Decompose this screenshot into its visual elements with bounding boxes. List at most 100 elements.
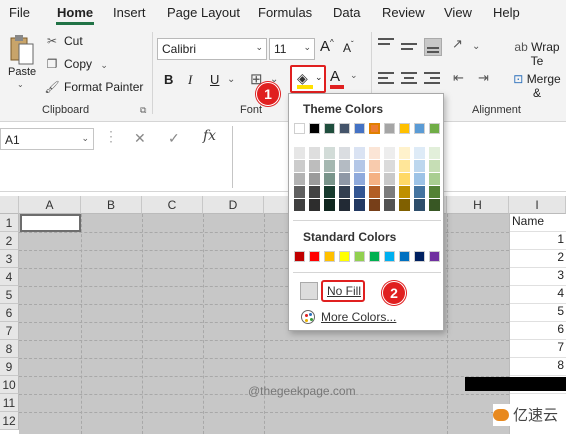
theme-tint-swatch[interactable] <box>294 147 305 159</box>
fill-color-button[interactable]: ◈ ⌄ <box>290 65 326 93</box>
theme-tint-swatch[interactable] <box>309 199 320 211</box>
shrink-font-button[interactable]: Aˇ <box>343 40 354 55</box>
align-bottom-icon[interactable] <box>424 38 442 56</box>
wrap-text-button[interactable]: ab Wrap Te <box>508 40 566 68</box>
theme-tint-swatch[interactable] <box>294 199 305 211</box>
theme-tint-swatch[interactable] <box>339 147 350 159</box>
align-left-icon[interactable] <box>378 72 396 90</box>
standard-color-swatch[interactable] <box>354 251 365 262</box>
cell-i8[interactable]: 7 <box>510 340 566 358</box>
theme-tint-swatch[interactable] <box>324 160 335 172</box>
cell-i6[interactable]: 5 <box>510 304 566 322</box>
column-header-i[interactable]: I <box>509 196 566 214</box>
theme-tint-swatch[interactable] <box>414 160 425 172</box>
theme-color-swatch[interactable] <box>429 123 440 134</box>
more-colors-option[interactable]: More Colors... <box>301 310 396 324</box>
theme-color-swatch[interactable] <box>294 123 305 134</box>
standard-color-swatch[interactable] <box>384 251 395 262</box>
cell-i5[interactable]: 4 <box>510 286 566 304</box>
standard-color-swatch[interactable] <box>324 251 335 262</box>
font-name-combo[interactable]: Calibri ⌄ <box>157 38 267 60</box>
bold-button[interactable]: B <box>164 72 173 87</box>
dialog-launcher-icon[interactable]: ⧉ <box>140 105 146 116</box>
theme-color-swatch[interactable] <box>399 123 410 134</box>
theme-tint-swatch[interactable] <box>354 147 365 159</box>
theme-tint-swatch[interactable] <box>399 160 410 172</box>
theme-tint-swatch[interactable] <box>324 186 335 198</box>
row-header[interactable]: 7 <box>0 322 19 340</box>
theme-color-swatch[interactable] <box>414 123 425 134</box>
standard-color-swatch[interactable] <box>399 251 410 262</box>
theme-color-swatch[interactable] <box>339 123 350 134</box>
standard-color-swatch[interactable] <box>414 251 425 262</box>
cell-i1[interactable]: Name <box>510 214 566 232</box>
format-painter-button[interactable]: 🖌 Format Painter <box>44 80 143 94</box>
active-cell-a1[interactable] <box>20 214 81 232</box>
theme-tint-swatch[interactable] <box>429 199 440 211</box>
theme-tint-swatch[interactable] <box>414 199 425 211</box>
theme-color-swatch[interactable] <box>384 123 395 134</box>
font-color-button[interactable]: A ⌄ <box>330 68 358 89</box>
theme-tint-swatch[interactable] <box>309 173 320 185</box>
theme-tint-swatch[interactable] <box>384 199 395 211</box>
theme-tint-swatch[interactable] <box>384 173 395 185</box>
align-middle-icon[interactable] <box>401 38 419 56</box>
chevron-down-icon[interactable]: ⌄ <box>227 74 235 85</box>
column-header-h[interactable]: H <box>447 196 509 214</box>
theme-tint-swatch[interactable] <box>369 147 380 159</box>
theme-tint-swatch[interactable] <box>354 199 365 211</box>
align-top-icon[interactable] <box>378 38 396 56</box>
theme-tint-swatch[interactable] <box>309 147 320 159</box>
column-header-d[interactable]: D <box>203 196 264 214</box>
italic-button[interactable]: I <box>188 72 192 88</box>
theme-tint-swatch[interactable] <box>294 173 305 185</box>
font-size-combo[interactable]: 11 ⌄ <box>269 38 315 60</box>
standard-color-swatch[interactable] <box>369 251 380 262</box>
theme-tint-swatch[interactable] <box>414 147 425 159</box>
row-header[interactable]: 10 <box>0 376 19 394</box>
insert-function-icon[interactable]: fx <box>203 128 216 144</box>
align-right-icon[interactable] <box>424 72 442 90</box>
theme-tint-swatch[interactable] <box>294 160 305 172</box>
theme-tint-swatch[interactable] <box>384 186 395 198</box>
theme-tint-swatch[interactable] <box>324 147 335 159</box>
tab-help[interactable]: Help <box>493 5 520 20</box>
theme-tint-swatch[interactable] <box>324 199 335 211</box>
theme-tint-swatch[interactable] <box>384 147 395 159</box>
theme-tint-swatch[interactable] <box>369 199 380 211</box>
theme-tint-swatch[interactable] <box>429 173 440 185</box>
enter-icon[interactable]: ✓ <box>168 130 180 147</box>
row-header[interactable]: 1 <box>0 214 19 232</box>
cell-i3[interactable]: 2 <box>510 250 566 268</box>
cell-i7[interactable]: 6 <box>510 322 566 340</box>
no-fill-option[interactable]: No Fill <box>299 280 365 302</box>
theme-tint-swatch[interactable] <box>339 160 350 172</box>
select-all-corner[interactable] <box>0 196 19 214</box>
cell-i4[interactable]: 3 <box>510 268 566 286</box>
theme-tint-swatch[interactable] <box>429 186 440 198</box>
standard-color-swatch[interactable] <box>309 251 320 262</box>
row-header[interactable]: 4 <box>0 268 19 286</box>
theme-tint-swatch[interactable] <box>309 186 320 198</box>
theme-tint-swatch[interactable] <box>414 173 425 185</box>
theme-tint-swatch[interactable] <box>399 147 410 159</box>
theme-tint-swatch[interactable] <box>369 186 380 198</box>
theme-tint-swatch[interactable] <box>414 186 425 198</box>
theme-tint-swatch[interactable] <box>384 160 395 172</box>
align-center-icon[interactable] <box>401 72 419 90</box>
chevron-down-icon[interactable]: ⌄ <box>472 41 480 52</box>
row-header[interactable]: 2 <box>0 232 19 250</box>
tab-page-layout[interactable]: Page Layout <box>167 5 240 20</box>
copy-button[interactable]: ❐ Copy ⌄ <box>44 57 108 71</box>
row-header[interactable]: 11 <box>0 394 19 412</box>
cancel-icon[interactable]: ✕ <box>134 130 146 147</box>
theme-tint-swatch[interactable] <box>399 199 410 211</box>
theme-tint-swatch[interactable] <box>339 199 350 211</box>
theme-tint-swatch[interactable] <box>369 160 380 172</box>
theme-tint-swatch[interactable] <box>294 186 305 198</box>
theme-tint-swatch[interactable] <box>429 160 440 172</box>
tab-view[interactable]: View <box>444 5 472 20</box>
tab-formulas[interactable]: Formulas <box>258 5 312 20</box>
cell-i2[interactable]: 1 <box>510 232 566 250</box>
theme-tint-swatch[interactable] <box>324 173 335 185</box>
